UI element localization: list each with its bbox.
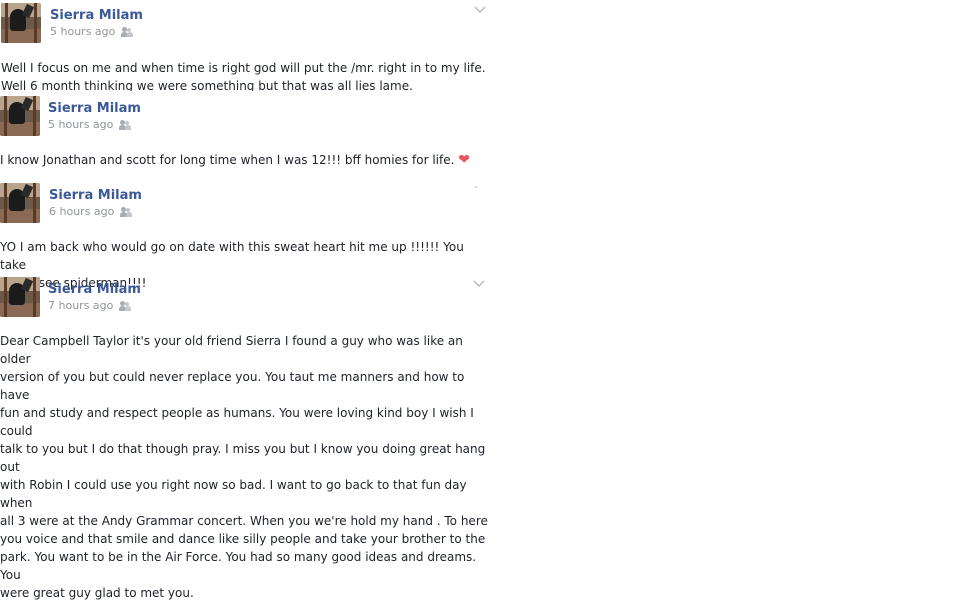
post-text-line: Well 6 month thinking we were something … xyxy=(1,79,413,91)
heart-emoji: ❤ xyxy=(458,152,470,168)
post-text-line: park. You want to be in the Air Force. Y… xyxy=(0,550,477,582)
post-meta: 6 hours ago xyxy=(49,205,133,218)
post-2: Sierra Milam 5 hours ago I know Jonathan… xyxy=(0,96,490,176)
friends-audience-icon[interactable] xyxy=(119,300,132,311)
post-text-body: I know Jonathan and scott for long time … xyxy=(0,153,455,167)
author-name[interactable]: Sierra Milam xyxy=(48,282,141,297)
friends-audience-icon[interactable] xyxy=(121,26,134,37)
friends-audience-icon[interactable] xyxy=(119,119,132,130)
friends-audience-icon[interactable] xyxy=(120,206,133,217)
post-text-line: you voice and that smile and dance like … xyxy=(0,532,486,546)
post-text-line: fun and study and respect people as huma… xyxy=(0,406,474,438)
post-1: Sierra Milam 5 hours ago Well I focus on… xyxy=(0,0,490,92)
post-text-line: all 3 were at the Andy Grammar concert. … xyxy=(0,514,488,528)
timestamp[interactable]: 6 hours ago xyxy=(49,205,114,218)
chevron-down-icon[interactable] xyxy=(474,6,486,14)
post-text-line: Dear Campbell Taylor it's your old frien… xyxy=(0,334,463,366)
avatar[interactable] xyxy=(1,3,41,43)
post-text: Dear Campbell Taylor it's your old frien… xyxy=(0,332,490,602)
post-meta: 5 hours ago xyxy=(48,118,132,131)
post-text-line: were great guy glad to met you. xyxy=(0,586,194,600)
avatar[interactable] xyxy=(0,96,40,136)
post-meta: 7 hours ago xyxy=(48,299,132,312)
post-text: Well I focus on me and when time is righ… xyxy=(1,59,491,91)
avatar[interactable] xyxy=(0,183,40,223)
post-text: I know Jonathan and scott for long time … xyxy=(0,151,490,169)
post-text-line: version of you but could never replace y… xyxy=(0,370,465,402)
timestamp[interactable]: 7 hours ago xyxy=(48,299,113,312)
author-name[interactable]: Sierra Milam xyxy=(49,188,142,203)
timestamp[interactable]: 5 hours ago xyxy=(48,118,113,131)
avatar[interactable] xyxy=(0,277,40,317)
divider-dot xyxy=(475,186,477,188)
post-text-line: YO I am back who would go on date with t… xyxy=(0,240,464,272)
timestamp[interactable]: 5 hours ago xyxy=(50,25,115,38)
post-text-line: Well I focus on me and when time is righ… xyxy=(1,61,486,75)
author-name[interactable]: Sierra Milam xyxy=(50,8,143,23)
author-name[interactable]: Sierra Milam xyxy=(48,101,141,116)
post-3: Sierra Milam 6 hours ago YO I am back wh… xyxy=(0,183,490,290)
post-meta: 5 hours ago xyxy=(50,25,134,38)
post-4: Sierra Milam 7 hours ago Dear Campbell T… xyxy=(0,277,490,600)
chevron-down-icon[interactable] xyxy=(473,280,485,288)
post-text-line: with Robin I could use you right now so … xyxy=(0,478,467,510)
post-text-line: talk to you but I do that though pray. I… xyxy=(0,442,486,474)
